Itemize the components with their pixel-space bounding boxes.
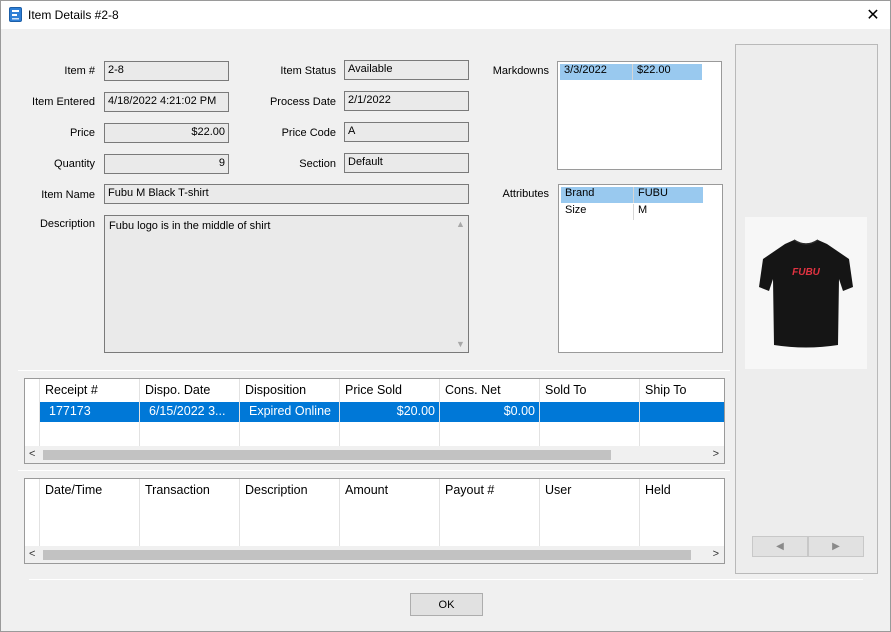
title-bar: Item Details #2-8 ✕ [1,1,890,29]
column-user[interactable]: User [539,483,571,497]
cell-receipt: 177173 [49,404,91,418]
prev-image-button[interactable]: ◀ [752,536,808,557]
item-status-field[interactable]: Available [344,60,469,80]
column-held[interactable]: Held [639,483,671,497]
triangle-left-icon: ◀ [776,541,784,552]
scroll-right-icon[interactable]: > [713,448,719,460]
section-label: Section [299,158,336,170]
grid-line [539,479,540,547]
sales-grid-header: Receipt # Dispo. Date Disposition Price … [25,379,724,401]
attributes-label: Attributes [502,188,549,200]
attribute-name: Size [565,204,587,216]
cell-cons-net: $0.00 [503,404,535,418]
cell-disposition: Expired Online [249,404,331,418]
item-status-label: Item Status [280,65,336,77]
column-dispo-date[interactable]: Dispo. Date [139,383,210,397]
tshirt-image: FUBU [759,239,853,348]
column-transaction[interactable]: Transaction [139,483,210,497]
separator [29,579,863,580]
ok-button-label: OK [438,598,455,611]
column-cons-net[interactable]: Cons. Net [439,383,501,397]
markdown-price: $22.00 [632,64,702,80]
column-disposition[interactable]: Disposition [239,383,306,397]
payout-grid-hscrollbar[interactable]: < > [25,546,724,563]
column-date-time[interactable]: Date/Time [39,483,102,497]
description-scrollbar[interactable]: ▲ ▼ [452,216,468,352]
ok-button[interactable]: OK [410,593,483,616]
item-name-label: Item Name [41,189,95,201]
sales-grid-hscrollbar[interactable]: < > [25,446,724,463]
markdown-date: 3/3/2022 [560,64,632,80]
column-amount[interactable]: Amount [339,483,388,497]
item-no-field[interactable]: 2-8 [104,61,229,81]
item-name-field[interactable]: Fubu M Black T-shirt [104,184,469,204]
column-description[interactable]: Description [239,483,308,497]
grid-line [239,479,240,547]
markdowns-label: Markdowns [492,65,549,77]
window-title: Item Details #2-8 [28,8,119,22]
sales-grid[interactable]: Receipt # Dispo. Date Disposition Price … [24,378,725,464]
next-image-button[interactable]: ▶ [808,536,864,557]
separator [18,470,730,471]
triangle-right-icon: ▶ [832,541,840,552]
scroll-left-icon[interactable]: < [29,448,35,460]
attribute-value: M [633,204,703,220]
grid-line [439,479,440,547]
scroll-thumb[interactable] [43,450,611,460]
grid-line [39,479,40,547]
item-entered-field[interactable]: 4/18/2022 4:21:02 PM [104,92,229,112]
payout-grid[interactable]: Date/Time Transaction Description Amount… [24,478,725,564]
grid-line [639,479,640,547]
attributes-list[interactable]: Brand FUBU Size M [558,184,723,353]
cell-dispo-date: 6/15/2022 3... [149,404,226,418]
payout-grid-header: Date/Time Transaction Description Amount… [25,479,724,501]
item-details-window: Item Details #2-8 ✕ Item # 2-8 Item Ente… [0,0,891,632]
column-price-sold[interactable]: Price Sold [339,383,402,397]
app-icon [9,7,22,22]
price-code-field[interactable]: A [344,122,469,142]
column-receipt[interactable]: Receipt # [39,383,98,397]
price-field[interactable]: $22.00 [104,123,229,143]
section-field[interactable]: Default [344,153,469,173]
close-icon: ✕ [866,7,880,24]
item-no-label: Item # [64,65,95,77]
grid-line [339,479,340,547]
separator [18,370,730,371]
markdowns-list[interactable]: 3/3/2022 $22.00 [557,61,722,170]
price-label: Price [69,127,95,139]
attribute-name: Brand [561,187,633,203]
image-panel: FUBU ◀ ▶ [735,44,878,574]
scroll-thumb[interactable] [43,550,691,560]
column-sold-to[interactable]: Sold To [539,383,586,397]
cell-price-sold: $20.00 [396,404,435,418]
column-payout-no[interactable]: Payout # [439,483,494,497]
quantity-label: Quantity [54,158,95,170]
description-text: Fubu logo is in the middle of shirt [109,220,271,232]
column-ship-to[interactable]: Ship To [639,383,686,397]
description-textarea[interactable]: Fubu logo is in the middle of shirt ▲ ▼ [104,215,469,353]
description-label: Description [39,218,95,230]
item-photo: FUBU [745,217,867,369]
price-code-label: Price Code [281,127,336,139]
close-button[interactable]: ✕ [856,1,890,29]
table-row[interactable]: 177173 6/15/2022 3... Expired Online $20… [40,402,724,422]
process-date-label: Process Date [269,96,336,108]
item-entered-label: Item Entered [32,96,95,108]
scroll-right-icon[interactable]: > [713,548,719,560]
scroll-left-icon[interactable]: < [29,548,35,560]
scroll-down-icon[interactable]: ▼ [456,339,465,349]
grid-line [139,479,140,547]
quantity-field[interactable]: 9 [104,154,229,174]
process-date-field[interactable]: 2/1/2022 [344,91,469,111]
scroll-up-icon[interactable]: ▲ [456,219,465,229]
shirt-logo-text: FUBU [792,267,821,278]
attribute-value: FUBU [633,187,703,203]
